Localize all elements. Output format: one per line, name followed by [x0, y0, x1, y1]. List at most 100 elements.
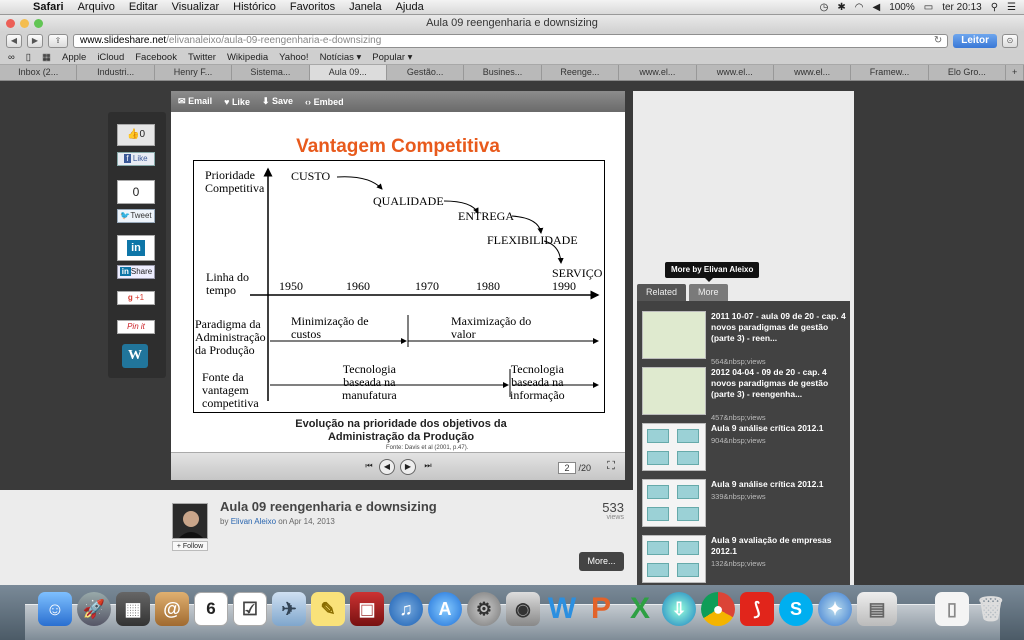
skype-icon[interactable]: S	[779, 592, 813, 626]
trash-icon[interactable]: 🗑	[974, 592, 1008, 626]
menu-favoritos[interactable]: Favoritos	[283, 1, 342, 13]
battery-percent[interactable]: 100%	[889, 2, 915, 13]
address-bar[interactable]: www.slideshare.net/elivanaleixo/aula-09-…	[73, 34, 949, 48]
embed-button[interactable]: ‹› Embed	[305, 97, 344, 107]
bookmark-twitter[interactable]: Twitter	[188, 52, 216, 63]
tab-inbox[interactable]: Inbox (2...	[0, 65, 78, 80]
menu-editar[interactable]: Editar	[122, 1, 165, 13]
tab-aula09[interactable]: Aula 09...	[309, 65, 387, 80]
downloads-icon[interactable]: ⊙	[1002, 34, 1018, 48]
facetime-icon[interactable]: ◉	[506, 592, 540, 626]
menu-safari[interactable]: Safari	[26, 1, 71, 13]
zoom-icon[interactable]	[34, 19, 43, 28]
menu-historico[interactable]: Histórico	[226, 1, 283, 13]
printer-icon[interactable]: ▤	[857, 592, 897, 626]
bookmark-icloud[interactable]: iCloud	[97, 52, 124, 63]
list-item[interactable]: 2011 10-07 - aula 09 de 20 - cap. 4 novo…	[642, 311, 849, 366]
prev-slide-icon[interactable]: ◀	[379, 459, 395, 475]
slide-thumbnail[interactable]	[642, 479, 706, 527]
tab-www-2[interactable]: www.el...	[697, 65, 774, 80]
volume-icon[interactable]: ◀	[872, 2, 880, 13]
list-item-title[interactable]: 2011 10-07 - aula 09 de 20 - cap. 4 novo…	[711, 311, 849, 344]
notification-center-icon[interactable]: ☰	[1007, 2, 1016, 13]
facebook-like-button[interactable]: f Like	[117, 152, 155, 166]
time-machine-icon[interactable]: ◷	[820, 2, 829, 13]
clock[interactable]: ter 20:13	[942, 2, 981, 13]
tab-www-1[interactable]: www.el...	[619, 65, 697, 80]
bookmark-popular[interactable]: Popular ▾	[372, 52, 412, 63]
slide-thumbnail[interactable]	[642, 535, 706, 583]
top-sites-icon[interactable]: ▦	[42, 52, 51, 63]
like-button[interactable]: ♥ Like	[224, 97, 250, 107]
reading-list-icon[interactable]: ∞	[8, 52, 15, 63]
wifi-icon[interactable]: ◠	[855, 2, 864, 13]
tab-elo[interactable]: Elo Gro...	[929, 65, 1007, 80]
author-link[interactable]: Elivan Aleixo	[231, 517, 276, 526]
documents-stack-icon[interactable]: ▯	[935, 592, 969, 626]
tab-busines[interactable]: Busines...	[464, 65, 542, 80]
list-item-title[interactable]: 2012 04-04 - 09 de 20 - cap. 4 novos par…	[711, 367, 849, 400]
photo-booth-icon[interactable]: ▣	[350, 592, 384, 626]
list-item-title[interactable]: Aula 9 avaliação de empresas 2012.1	[711, 535, 849, 557]
tab-more[interactable]: More	[689, 284, 728, 301]
last-slide-icon[interactable]: ⏭	[420, 459, 436, 475]
battery-icon[interactable]: ▭	[924, 2, 933, 13]
wordpress-icon[interactable]: W	[122, 344, 148, 368]
contacts-icon[interactable]: @	[155, 592, 189, 626]
safari-icon[interactable]: ✦	[818, 592, 852, 626]
tweet-button[interactable]: 🐦Tweet	[117, 209, 155, 223]
spotlight-icon[interactable]: ⚲	[991, 2, 998, 13]
notes-icon[interactable]: ✎	[311, 592, 345, 626]
email-button[interactable]: ✉ Email	[178, 96, 212, 107]
list-item[interactable]: 2012 04-04 - 09 de 20 - cap. 4 novos par…	[642, 367, 849, 422]
list-item-title[interactable]: Aula 9 análise crítica 2012.1	[711, 479, 849, 490]
menu-janela[interactable]: Janela	[342, 1, 388, 13]
back-icon[interactable]: ◀	[6, 34, 22, 48]
bluetooth-icon[interactable]: ✱	[837, 2, 845, 13]
slide-thumbnail[interactable]	[642, 367, 706, 415]
bookmark-noticias[interactable]: Notícias ▾	[320, 52, 362, 63]
save-button[interactable]: ⬇ Save	[262, 96, 293, 107]
tab-framew[interactable]: Framew...	[851, 65, 929, 80]
calendar-icon[interactable]: 6	[194, 592, 228, 626]
more-button[interactable]: More...	[579, 552, 624, 571]
share-icon[interactable]: ⇪	[48, 34, 68, 48]
word-icon[interactable]: W	[545, 592, 579, 626]
bookmark-apple[interactable]: Apple	[62, 52, 86, 63]
bookmark-yahoo[interactable]: Yahoo!	[279, 52, 308, 63]
chrome-icon[interactable]: ●	[701, 592, 735, 626]
close-icon[interactable]	[6, 19, 15, 28]
bookmark-wikipedia[interactable]: Wikipedia	[227, 52, 268, 63]
list-item-title[interactable]: Aula 9 análise crítica 2012.1	[711, 423, 849, 434]
mail-icon[interactable]: ✈	[272, 592, 306, 626]
tab-henry[interactable]: Henry F...	[155, 65, 233, 80]
bookmark-facebook[interactable]: Facebook	[135, 52, 177, 63]
menu-visualizar[interactable]: Visualizar	[165, 1, 227, 13]
slide-thumbnail[interactable]	[642, 423, 706, 471]
new-tab-icon[interactable]: +	[1006, 65, 1024, 80]
launchpad-icon[interactable]: 🚀	[77, 592, 111, 626]
mission-control-icon[interactable]: ▦	[116, 592, 150, 626]
slide-thumbnail[interactable]	[642, 311, 706, 359]
system-preferences-icon[interactable]: ⚙	[467, 592, 501, 626]
reload-icon[interactable]: ↻	[934, 35, 942, 47]
fullscreen-icon[interactable]: ⛶	[603, 459, 619, 475]
first-slide-icon[interactable]: ⏮	[361, 459, 377, 475]
tab-related[interactable]: Related	[637, 284, 687, 301]
download-manager-icon[interactable]: ⇩	[662, 592, 696, 626]
menu-arquivo[interactable]: Arquivo	[71, 1, 122, 13]
tab-gestao[interactable]: Gestão...	[387, 65, 465, 80]
list-item[interactable]: Aula 9 análise crítica 2012.1 904&nbsp;v…	[642, 423, 847, 473]
linkedin-share-button[interactable]: in Share	[117, 265, 155, 279]
itunes-icon[interactable]: ♫	[389, 592, 423, 626]
next-slide-icon[interactable]: ▶	[400, 459, 416, 475]
minimize-icon[interactable]	[20, 19, 29, 28]
avatar[interactable]	[172, 503, 208, 539]
tab-www-3[interactable]: www.el...	[774, 65, 852, 80]
list-item[interactable]: Aula 9 análise crítica 2012.1 339&nbsp;v…	[642, 479, 847, 529]
list-item[interactable]: Aula 9 avaliação de empresas 2012.1 132&…	[642, 535, 847, 585]
app-store-icon[interactable]: A	[428, 592, 462, 626]
page-input[interactable]: 2	[558, 462, 576, 474]
tab-industri[interactable]: Industri...	[77, 65, 155, 80]
powerpoint-icon[interactable]: P	[584, 592, 618, 626]
